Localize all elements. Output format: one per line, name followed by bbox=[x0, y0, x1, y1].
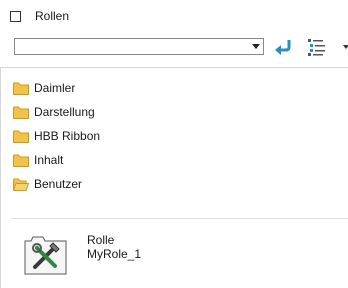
toolbar bbox=[14, 37, 348, 57]
folder-label: Daimler bbox=[34, 81, 76, 95]
path-combobox[interactable] bbox=[14, 38, 264, 55]
chevron-down-icon[interactable] bbox=[252, 44, 260, 49]
rollen-header: Rollen bbox=[10, 6, 69, 26]
folder-item-benutzer[interactable]: Benutzer bbox=[13, 172, 100, 196]
folder-icon bbox=[13, 130, 29, 143]
list-view-icon bbox=[308, 39, 325, 56]
folder-label: Benutzer bbox=[34, 177, 83, 191]
folder-icon bbox=[13, 154, 29, 167]
back-button[interactable] bbox=[272, 37, 294, 57]
divider bbox=[11, 218, 348, 219]
role-type-label: Rolle bbox=[87, 233, 115, 247]
folder-item-hbb-ribbon[interactable]: HBB Ribbon bbox=[13, 124, 100, 148]
view-dropdown-arrow-icon[interactable] bbox=[343, 45, 348, 49]
folder-label: Inhalt bbox=[34, 153, 64, 167]
return-arrow-icon bbox=[275, 40, 291, 55]
rollen-checkbox[interactable] bbox=[10, 10, 21, 22]
folder-item-darstellung[interactable]: Darstellung bbox=[13, 100, 100, 124]
folder-item-inhalt[interactable]: Inhalt bbox=[13, 148, 100, 172]
role-text: Rolle MyRole_1 bbox=[87, 233, 141, 261]
folder-item-daimler[interactable]: Daimler bbox=[13, 76, 100, 100]
folder-label: HBB Ribbon bbox=[34, 129, 101, 143]
folder-label: Darstellung bbox=[34, 105, 95, 119]
rollen-title: Rollen bbox=[35, 9, 70, 23]
role-tools-icon bbox=[24, 236, 67, 275]
folder-list: Daimler Darstellung HBB Ribbon Inhalt Be… bbox=[13, 76, 100, 196]
roles-panel: Daimler Darstellung HBB Ribbon Inhalt Be… bbox=[0, 67, 348, 288]
folder-icon bbox=[13, 82, 29, 95]
role-name: MyRole_1 bbox=[87, 247, 142, 261]
folder-icon bbox=[13, 106, 29, 119]
open-folder-icon bbox=[13, 178, 29, 191]
role-item[interactable]: Rolle MyRole_1 bbox=[23, 231, 323, 283]
view-options-button[interactable] bbox=[306, 37, 328, 57]
